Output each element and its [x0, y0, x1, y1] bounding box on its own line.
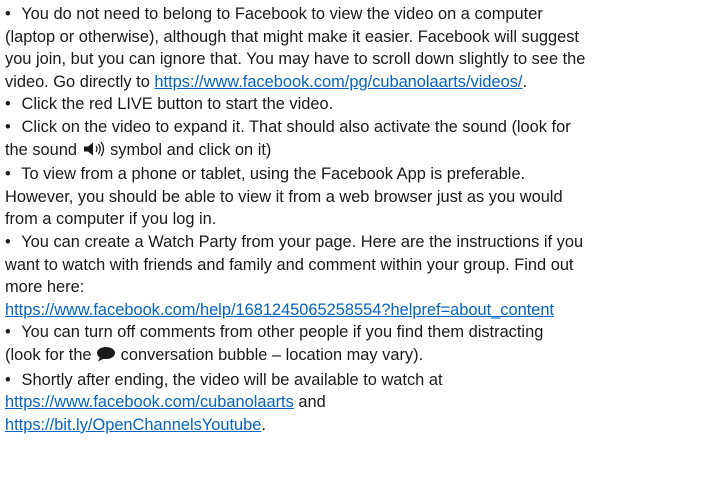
text-line: https://www.facebook.com/cubanolaarts an…	[5, 393, 326, 412]
bullet: •	[5, 323, 11, 342]
text-line: (laptop or otherwise), although that mig…	[5, 27, 579, 46]
speech-bubble-icon	[96, 346, 116, 369]
text-line: https://bit.ly/OpenChannelsYoutube.	[5, 415, 266, 434]
bullet-item: • To view from a phone or tablet, using …	[5, 163, 728, 231]
watch-party-help-link[interactable]: https://www.facebook.com/help/1681245065…	[5, 301, 554, 319]
bullet: •	[5, 165, 11, 184]
bullet-item: • Shortly after ending, the video will b…	[5, 369, 728, 437]
text-line: video. Go directly to https://www.facebo…	[5, 72, 528, 91]
bullet: •	[5, 232, 11, 251]
text-line: • You can turn off comments from other p…	[5, 321, 728, 344]
bullet-item: • You can turn off comments from other p…	[5, 321, 728, 368]
text-line: the sound symbol and click on it)	[5, 139, 728, 164]
text-line: • Click on the video to expand it. That …	[5, 116, 728, 139]
text-line: more here:	[5, 278, 85, 297]
text-line: • Shortly after ending, the video will b…	[5, 369, 728, 392]
instructions-document: • You do not need to belong to Facebook …	[0, 0, 728, 499]
bullet-item: • Click on the video to expand it. That …	[5, 116, 728, 163]
text-line: https://www.facebook.com/help/1681245065…	[5, 299, 728, 322]
text-line: from a computer if you log in.	[5, 210, 217, 229]
speaker-icon	[82, 141, 106, 164]
bullet: •	[5, 117, 11, 136]
bullet: •	[5, 95, 11, 114]
text-line: want to watch with friends and family an…	[5, 255, 574, 274]
text-line: However, you should be able to view it f…	[5, 187, 563, 206]
text-line: • To view from a phone or tablet, using …	[5, 163, 728, 186]
text-line: (look for the conversation bubble – loca…	[5, 344, 728, 369]
bullet-item: • You do not need to belong to Facebook …	[5, 3, 728, 93]
bullet: •	[5, 5, 11, 23]
text-line: • Click the red LIVE button to start the…	[5, 93, 728, 116]
facebook-videos-link[interactable]: https://www.facebook.com/pg/cubanolaarts…	[154, 73, 522, 91]
bullet-item: • Click the red LIVE button to start the…	[5, 93, 728, 116]
cubanolaarts-facebook-link[interactable]: https://www.facebook.com/cubanolaarts	[5, 393, 294, 411]
text-line: you join, but you can ignore that. You m…	[5, 50, 586, 69]
text-line: • You can create a Watch Party from your…	[5, 231, 728, 254]
bullet: •	[5, 370, 11, 389]
bullet-item: • You can create a Watch Party from your…	[5, 231, 728, 321]
open-channels-youtube-link[interactable]: https://bit.ly/OpenChannelsYoutube	[5, 416, 261, 434]
text-line: • You do not need to belong to Facebook …	[5, 3, 728, 26]
